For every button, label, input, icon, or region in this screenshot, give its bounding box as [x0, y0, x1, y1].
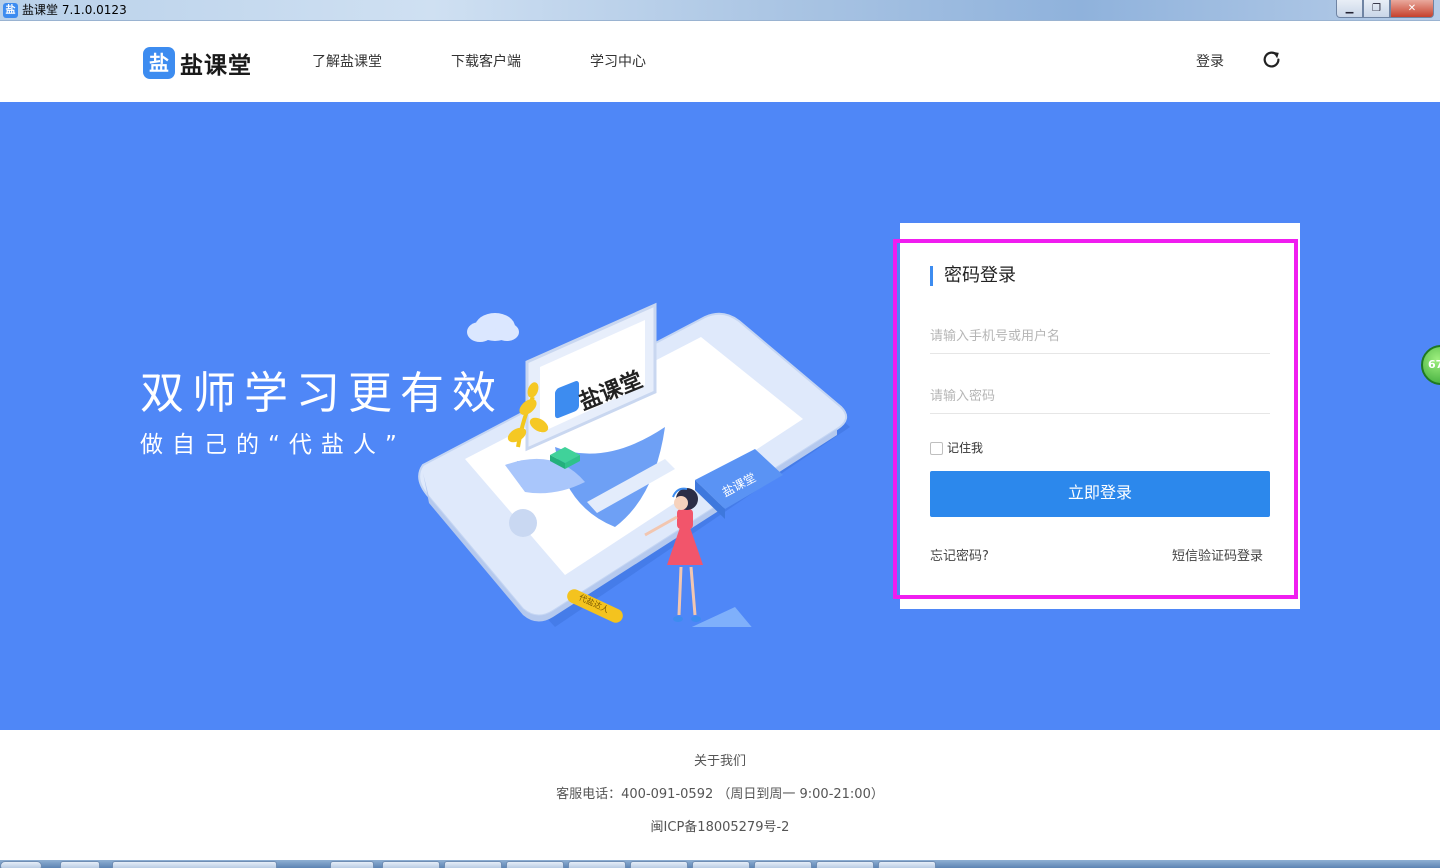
taskbar-item[interactable] [692, 861, 750, 868]
hero-illustration: 盐课堂 盐课堂 代盐达人 [418, 302, 850, 627]
footer-icp[interactable]: 闽ICP备18005279号-2 [0, 820, 1440, 836]
footer-about-link[interactable]: 关于我们 [0, 754, 1440, 770]
nav-item-about[interactable]: 了解盐课堂 [312, 53, 382, 71]
taskbar-item[interactable] [60, 861, 100, 868]
forgot-password-link[interactable]: 忘记密码? [930, 549, 989, 565]
start-button[interactable] [0, 861, 42, 868]
taskbar-item[interactable] [568, 861, 626, 868]
window-title: 盐课堂 7.1.0.0123 [22, 3, 127, 17]
remember-label: 记住我 [947, 441, 984, 455]
remember-checkbox[interactable] [930, 441, 943, 455]
site-logo[interactable]: 盐 盐课堂 [143, 46, 252, 80]
username-input[interactable] [930, 320, 1270, 354]
logo-icon: 盐 [143, 47, 175, 79]
minimize-button[interactable]: ▁ [1336, 0, 1363, 18]
maximize-button[interactable]: ❐ [1363, 0, 1390, 18]
taskbar-item[interactable] [816, 861, 874, 868]
remember-me[interactable]: 记住我 [930, 441, 983, 455]
main-nav: 了解盐课堂 下载客户端 学习中心 [312, 53, 715, 71]
app-icon: 盐 [3, 3, 18, 18]
sms-login-link[interactable]: 短信验证码登录 [1172, 549, 1263, 565]
site-footer: 关于我们 客服电话：400-091-0592 （周日到周一 9:00-21:00… [0, 730, 1440, 860]
cloud-icon [467, 313, 519, 342]
taskbar-item[interactable] [382, 861, 440, 868]
logo-text: 盐课堂 [180, 53, 252, 79]
nav-item-download[interactable]: 下载客户端 [451, 53, 521, 71]
os-taskbar [0, 860, 1440, 868]
taskbar-item[interactable] [754, 861, 812, 868]
window-controls: ▁ ❐ ✕ [1336, 0, 1434, 18]
site-header: 盐 盐课堂 了解盐课堂 下载客户端 学习中心 登录 [0, 21, 1440, 102]
taskbar-item[interactable] [330, 861, 374, 868]
taskbar-item[interactable] [506, 861, 564, 868]
login-submit-button[interactable]: 立即登录 [930, 471, 1270, 517]
taskbar-item[interactable] [444, 861, 502, 868]
floating-badge[interactable]: 67 [1421, 345, 1440, 385]
taskbar-item[interactable] [630, 861, 688, 868]
taskbar-item[interactable] [112, 861, 277, 868]
nav-item-learning-center[interactable]: 学习中心 [590, 53, 646, 71]
close-button[interactable]: ✕ [1390, 0, 1434, 18]
header-login-link[interactable]: 登录 [1196, 53, 1224, 71]
taskbar-item[interactable] [878, 861, 936, 868]
password-input[interactable] [930, 380, 1270, 414]
footer-phone: 客服电话：400-091-0592 （周日到周一 9:00-21:00） [556, 787, 884, 802]
refresh-icon[interactable] [1261, 49, 1283, 71]
login-title: 密码登录 [930, 266, 1016, 286]
window-titlebar: 盐 盐课堂 7.1.0.0123 ▁ ❐ ✕ [0, 0, 1440, 21]
